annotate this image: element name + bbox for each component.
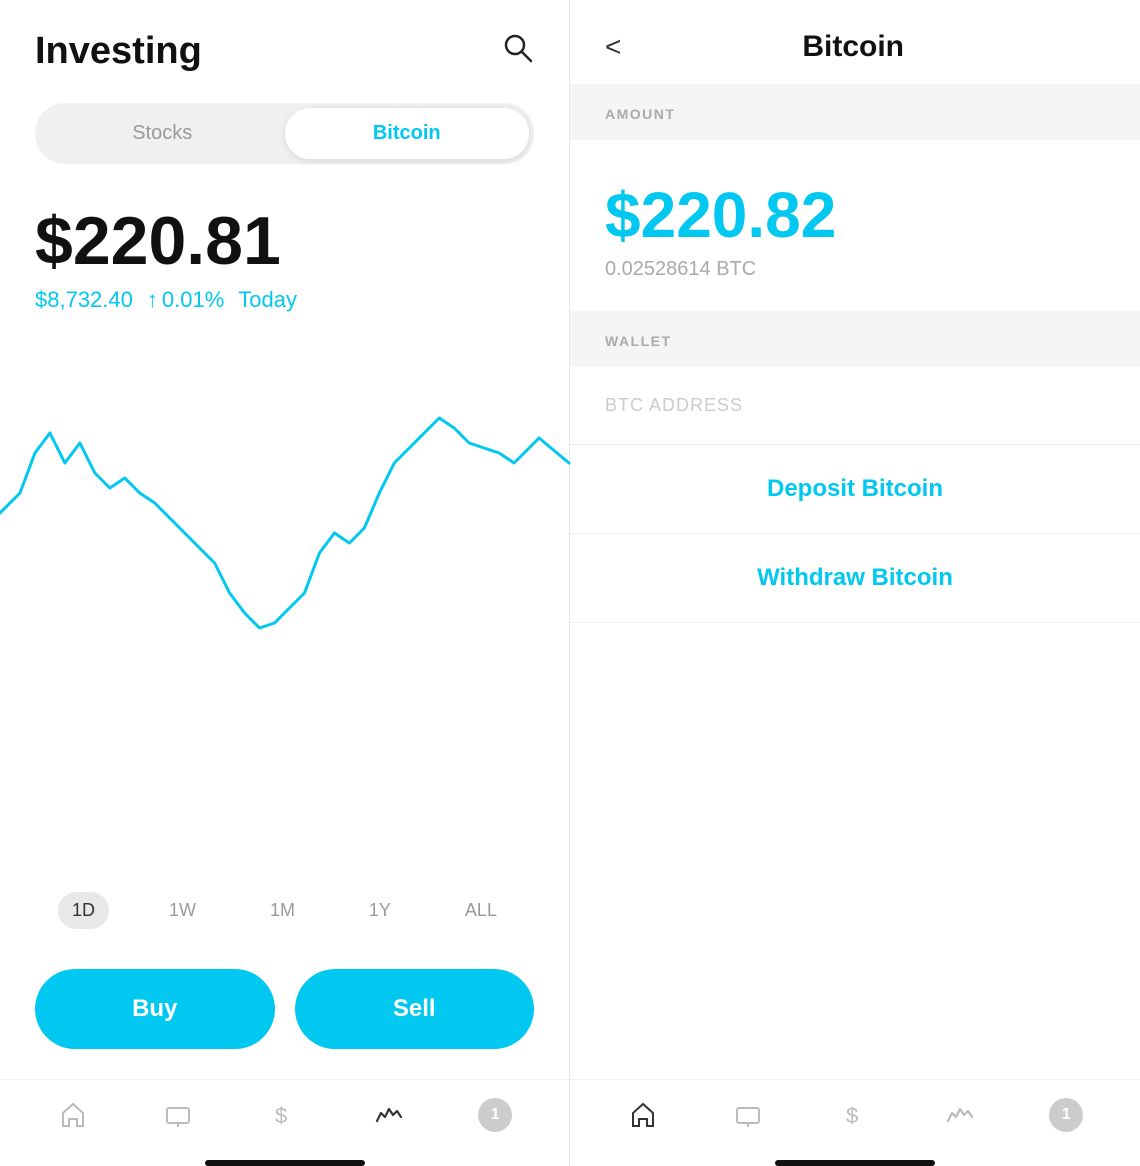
left-bottom-nav: $ 1 [0, 1079, 569, 1152]
price-meta: $8,732.40 ↑ 0.01% Today [35, 287, 534, 313]
time-filters: 1D 1W 1M 1Y ALL [0, 872, 569, 949]
right-home-icon [627, 1099, 659, 1131]
right-nav-dollar[interactable]: $ [838, 1099, 870, 1131]
nav-chart[interactable] [373, 1099, 405, 1131]
wallet-section-label: WALLET [570, 311, 1140, 367]
amount-section: $220.82 0.02528614 BTC [570, 140, 1140, 311]
tv-icon [162, 1099, 194, 1131]
amount-section-label: AMOUNT [570, 84, 1140, 140]
nav-badge[interactable]: 1 [478, 1098, 512, 1132]
svg-text:$: $ [275, 1103, 287, 1128]
nav-tv[interactable] [162, 1099, 194, 1131]
right-dollar-icon: $ [838, 1099, 870, 1131]
sell-button[interactable]: Sell [295, 969, 535, 1049]
nav-home[interactable] [57, 1099, 89, 1131]
right-chart-wave-icon [944, 1099, 976, 1131]
amount-value: $220.82 [605, 180, 836, 250]
right-nav-chart[interactable] [944, 1099, 976, 1131]
buy-button[interactable]: Buy [35, 969, 275, 1049]
dollar-icon: $ [267, 1099, 299, 1131]
right-nav-home[interactable] [627, 1099, 659, 1131]
svg-text:$: $ [846, 1103, 858, 1128]
filter-1y[interactable]: 1Y [355, 892, 405, 929]
btc-price: $8,732.40 [35, 287, 133, 313]
tab-bar: Stocks Bitcoin [35, 103, 534, 164]
filter-1m[interactable]: 1M [256, 892, 309, 929]
page-title: Investing [35, 30, 202, 73]
left-header: Investing [0, 0, 569, 93]
action-buttons: Buy Sell [0, 949, 569, 1079]
left-panel: Investing Stocks Bitcoin $220.81 $8,732.… [0, 0, 570, 1166]
today-label: Today [238, 287, 297, 313]
right-tv-icon [732, 1099, 764, 1131]
withdraw-bitcoin-link[interactable]: Withdraw Bitcoin [570, 534, 1140, 623]
change-arrow: ↑ [147, 287, 158, 313]
right-badge-icon: 1 [1049, 1098, 1083, 1132]
change-value: 0.01% [162, 287, 224, 313]
right-home-indicator [775, 1160, 935, 1166]
left-home-indicator [205, 1160, 365, 1166]
back-button[interactable]: < [605, 31, 621, 63]
right-nav-badge[interactable]: 1 [1049, 1098, 1083, 1132]
search-icon[interactable] [502, 32, 534, 71]
right-panel: < Bitcoin AMOUNT $220.82 0.02528614 BTC … [570, 0, 1140, 1166]
right-badge-count: 1 [1062, 1106, 1071, 1124]
deposit-bitcoin-link[interactable]: Deposit Bitcoin [570, 445, 1140, 534]
chart-area [0, 313, 569, 872]
right-nav-tv[interactable] [732, 1099, 764, 1131]
home-icon [57, 1099, 89, 1131]
btc-address-row: BTC ADDRESS [570, 367, 1140, 445]
badge-icon: 1 [478, 1098, 512, 1132]
badge-count: 1 [491, 1106, 500, 1124]
right-bottom-nav: $ 1 [570, 1079, 1140, 1152]
btc-address-label: BTC ADDRESS [605, 395, 743, 415]
amount-btc: 0.02528614 BTC [605, 258, 756, 281]
tab-bitcoin[interactable]: Bitcoin [285, 108, 530, 159]
price-section: $220.81 $8,732.40 ↑ 0.01% Today [0, 194, 569, 313]
right-page-title: Bitcoin [641, 30, 1065, 64]
nav-dollar[interactable]: $ [267, 1099, 299, 1131]
tab-stocks[interactable]: Stocks [40, 108, 285, 159]
change-pct: ↑ 0.01% [147, 287, 224, 313]
chart-wave-icon [373, 1099, 405, 1131]
filter-1d[interactable]: 1D [58, 892, 109, 929]
main-price: $220.81 [35, 204, 534, 279]
right-header: < Bitcoin [570, 0, 1140, 84]
filter-all[interactable]: ALL [451, 892, 511, 929]
filter-1w[interactable]: 1W [155, 892, 210, 929]
